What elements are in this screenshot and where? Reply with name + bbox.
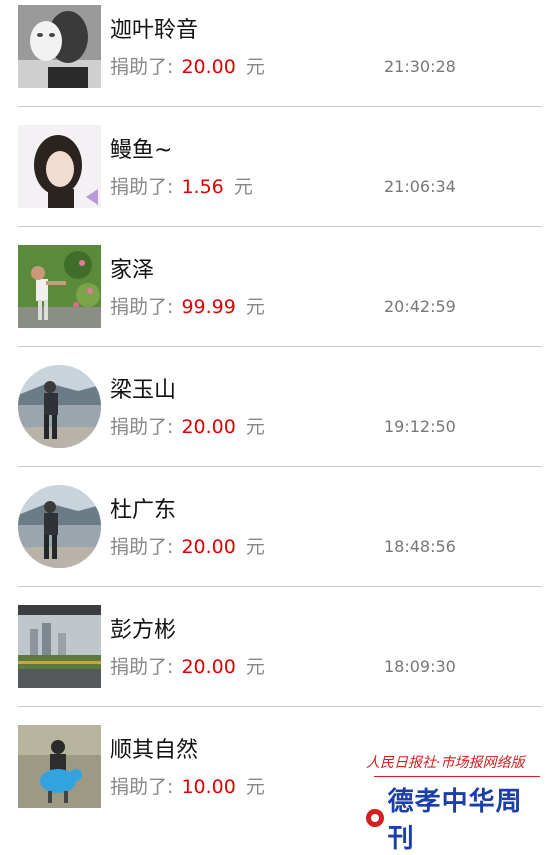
divider [18,346,542,347]
avatar[interactable] [18,245,101,328]
avatar[interactable] [18,5,101,88]
divider [18,586,542,587]
list-item[interactable]: 彭方彬 捐助了: 20.00 元 18:09:30 [0,600,560,720]
avatar[interactable] [18,125,101,208]
list-item[interactable]: 迦叶聆音 捐助了: 20.00 元 21:30:28 [0,0,560,120]
currency-unit: 元 [245,416,265,438]
avatar[interactable] [18,725,101,808]
donor-name: 梁玉山 [110,378,177,403]
city-road-avatar-icon [18,605,101,688]
donation-time: 20:42:59 [384,297,456,316]
donor-name: 顺其自然 [110,738,199,763]
avatar[interactable] [18,485,101,568]
donation-amount: 10.00 [181,776,236,798]
donor-name: 杜广东 [110,498,177,523]
donation-time: 18:09:30 [384,657,456,676]
donor-name: 家泽 [110,258,155,283]
donation-time: 18:48:56 [384,537,456,556]
donation-amount: 20.00 [181,536,236,558]
currency-unit: 元 [233,176,253,198]
watermark-top-text: 人民日报社·市场报网络版 [366,755,525,771]
avatar[interactable] [18,365,101,448]
donor-name: 鳗鱼~ [110,138,173,163]
donation-list: 迦叶聆音 捐助了: 20.00 元 21:30:28 鳗鱼~ 捐助了: 1.56… [0,0,560,808]
donation-amount: 20.00 [181,416,236,438]
donation-line: 捐助了: 10.00 元 [110,772,265,799]
donation-amount: 20.00 [181,656,236,678]
donation-line: 捐助了: 1.56 元 [110,172,253,199]
donation-label: 捐助了: [110,416,174,438]
currency-unit: 元 [245,536,265,558]
man-riverbank-avatar-icon [18,365,101,448]
child-toy-avatar-icon [18,725,101,808]
avatar[interactable] [18,605,101,688]
list-item[interactable]: 杜广东 捐助了: 20.00 元 18:48:56 [0,480,560,600]
currency-unit: 元 [245,296,265,318]
currency-unit: 元 [245,656,265,678]
masked-man-avatar-icon [18,5,101,88]
list-item[interactable]: 梁玉山 捐助了: 20.00 元 19:12:50 [0,360,560,480]
divider [18,106,542,107]
donation-label: 捐助了: [110,656,174,678]
brand-logo-icon [366,809,384,827]
girl-portrait-avatar-icon [18,125,101,208]
donation-label: 捐助了: [110,176,174,198]
child-flowers-avatar-icon [18,245,101,328]
list-item[interactable]: 鳗鱼~ 捐助了: 1.56 元 21:06:34 [0,120,560,240]
divider [18,706,542,707]
donation-label: 捐助了: [110,776,174,798]
watermark-brand-row: 德孝中华周刊 [366,781,546,855]
man-riverbank-avatar-icon [18,485,101,568]
publisher-watermark: 人民日报社·市场报网络版 德孝中华周刊 [366,752,546,854]
currency-unit: 元 [245,56,265,78]
donation-amount: 20.00 [181,56,236,78]
donation-line: 捐助了: 20.00 元 [110,532,265,559]
donation-label: 捐助了: [110,536,174,558]
donation-line: 捐助了: 99.99 元 [110,292,265,319]
donation-label: 捐助了: [110,56,174,78]
watermark-rule [374,776,540,777]
donor-name: 迦叶聆音 [110,18,199,43]
donor-name: 彭方彬 [110,618,177,643]
donation-time: 19:12:50 [384,417,456,436]
donation-amount: 1.56 [181,176,224,198]
donation-amount: 99.99 [181,296,236,318]
currency-unit: 元 [245,776,265,798]
donation-line: 捐助了: 20.00 元 [110,412,265,439]
divider [18,466,542,467]
list-item[interactable]: 家泽 捐助了: 99.99 元 20:42:59 [0,240,560,360]
donation-label: 捐助了: [110,296,174,318]
divider [18,226,542,227]
donation-time: 21:30:28 [384,57,456,76]
watermark-brand: 德孝中华周刊 [387,787,523,854]
donation-time: 21:06:34 [384,177,456,196]
donation-line: 捐助了: 20.00 元 [110,52,265,79]
donation-line: 捐助了: 20.00 元 [110,652,265,679]
